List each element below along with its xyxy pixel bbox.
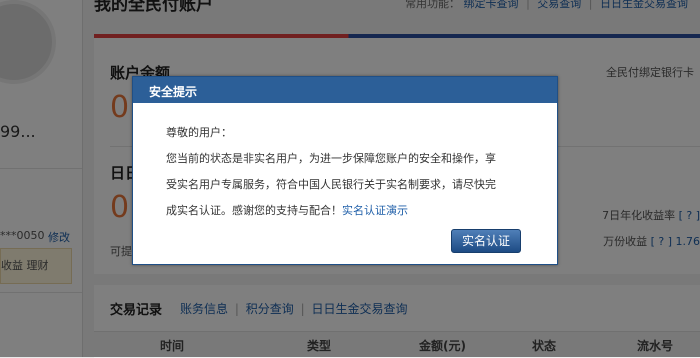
dialog-body: 尊敬的用户： 您当前的状态是非实名用户，为进一步保障您账户的安全和操作，享 受实… — [166, 120, 536, 224]
dialog-line: 您当前的状态是非实名用户，为进一步保障您账户的安全和操作，享 — [166, 146, 536, 172]
dialog-header: 安全提示 — [133, 77, 557, 103]
dialog-line: 成实名认证。感谢您的支持与配合！ — [166, 204, 342, 217]
dialog-title: 安全提示 — [149, 83, 197, 100]
dialog-line: 受实名用户专属服务，符合中国人民银行关于实名制要求，请尽快完 — [166, 172, 536, 198]
dialog-greeting: 尊敬的用户： — [166, 120, 536, 146]
verify-button[interactable]: 实名认证 — [451, 229, 521, 253]
dialog-line-last: 成实名认证。感谢您的支持与配合！实名认证演示 — [166, 198, 536, 224]
security-dialog: 安全提示 尊敬的用户： 您当前的状态是非实名用户，为进一步保障您账户的安全和操作… — [132, 76, 558, 265]
verify-demo-link[interactable]: 实名认证演示 — [342, 204, 408, 217]
